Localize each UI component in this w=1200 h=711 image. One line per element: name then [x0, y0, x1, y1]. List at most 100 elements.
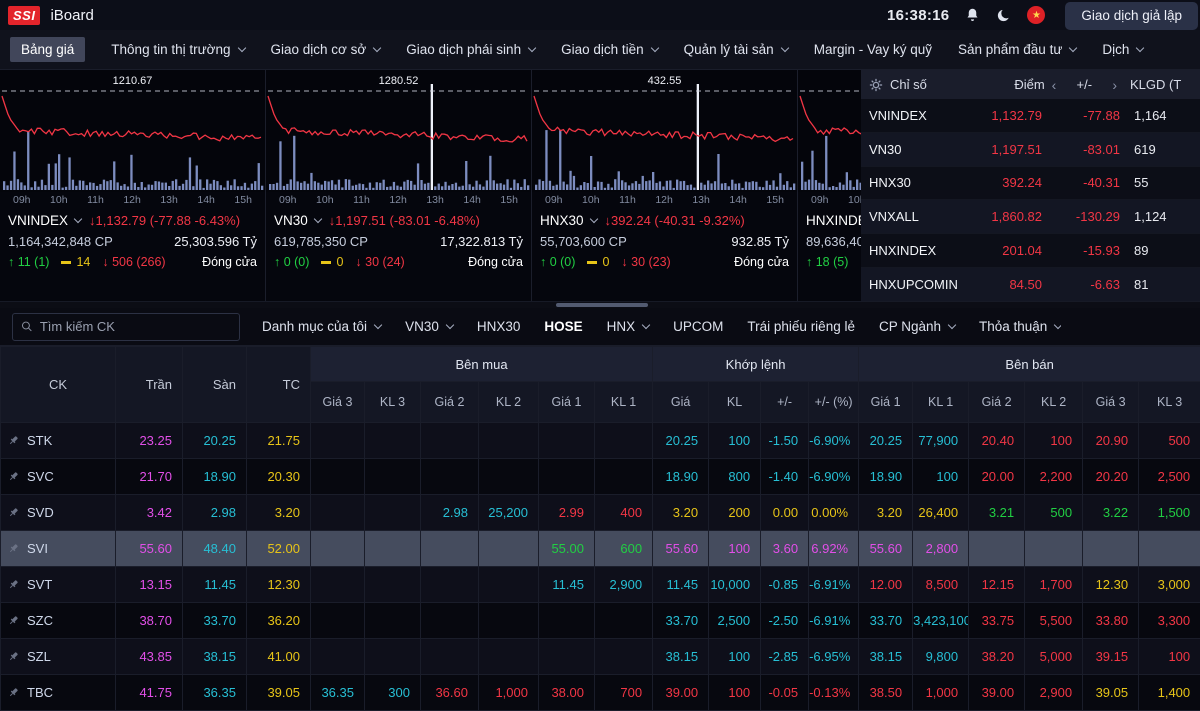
floor-price[interactable]: 38.15: [183, 639, 247, 675]
buy-volume-1[interactable]: 600: [595, 531, 653, 567]
ticker-symbol[interactable]: STK: [27, 433, 52, 448]
ref-price[interactable]: 21.75: [247, 423, 311, 459]
sell-price-2[interactable]: 20.40: [969, 423, 1025, 459]
buy-price-1[interactable]: 55.00: [539, 531, 595, 567]
match-volume[interactable]: 100: [709, 675, 761, 711]
index-name-dropdown[interactable]: HNX30: [540, 213, 597, 228]
ticker-symbol[interactable]: TBC: [27, 685, 53, 700]
index-row-VNXALL[interactable]: VNXALL1,860.82-130.291,124: [861, 200, 1200, 234]
stock-row-SVT[interactable]: SVT13.1511.4512.3011.452,90011.4510,000-…: [1, 567, 1200, 603]
sell-volume-3[interactable]: 3,000: [1139, 567, 1200, 603]
match-change[interactable]: -2.85: [761, 639, 809, 675]
buy-volume-3[interactable]: 300: [365, 675, 421, 711]
buy-price-3[interactable]: [311, 423, 365, 459]
sell-volume-3[interactable]: [1139, 531, 1200, 567]
col-header-klgd[interactable]: KLGD (T: [1130, 77, 1192, 92]
buy-volume-2[interactable]: 1,000: [479, 675, 539, 711]
col-header-match-4[interactable]: +/- (%): [809, 382, 859, 423]
buy-volume-3[interactable]: [365, 603, 421, 639]
match-volume[interactable]: 10,000: [709, 567, 761, 603]
buy-price-1[interactable]: 38.00: [539, 675, 595, 711]
sell-volume-2[interactable]: 500: [1025, 495, 1083, 531]
sell-price-2[interactable]: 20.00: [969, 459, 1025, 495]
sell-volume-2[interactable]: 2,900: [1025, 675, 1083, 711]
prev-column-icon[interactable]: ‹: [1052, 77, 1057, 93]
index-row-HNXINDEX[interactable]: HNXINDEX201.04-15.9389: [861, 234, 1200, 268]
ref-price[interactable]: 20.30: [247, 459, 311, 495]
buy-price-2[interactable]: [421, 639, 479, 675]
buy-price-3[interactable]: [311, 459, 365, 495]
sell-volume-1[interactable]: 2,800: [913, 531, 969, 567]
sell-price-1[interactable]: 12.00: [859, 567, 913, 603]
col-header-buy-2[interactable]: KL 3: [365, 382, 421, 423]
sell-price-2[interactable]: [969, 531, 1025, 567]
ceiling-price[interactable]: 3.42: [116, 495, 183, 531]
stock-row-SZL[interactable]: SZL43.8538.1541.0038.15100-2.85-6.95%38.…: [1, 639, 1200, 675]
ticker-symbol[interactable]: SZL: [27, 649, 51, 664]
buy-volume-2[interactable]: [479, 459, 539, 495]
index-name-dropdown[interactable]: VN30: [274, 213, 321, 228]
match-volume[interactable]: 100: [709, 639, 761, 675]
ref-price[interactable]: 39.05: [247, 675, 311, 711]
col-header-sell-1[interactable]: Giá 1: [859, 382, 913, 423]
sell-price-2[interactable]: 38.20: [969, 639, 1025, 675]
buy-price-3[interactable]: [311, 639, 365, 675]
ref-price[interactable]: 41.00: [247, 639, 311, 675]
stock-row-TBC[interactable]: TBC41.7536.3539.0536.3530036.601,00038.0…: [1, 675, 1200, 711]
buy-volume-3[interactable]: [365, 531, 421, 567]
col-header-sell-6[interactable]: KL 3: [1139, 382, 1200, 423]
col-header-floor[interactable]: Sàn: [183, 347, 247, 423]
sell-price-1[interactable]: 33.70: [859, 603, 913, 639]
nav-item-5[interactable]: Quản lý tài sản: [684, 42, 788, 57]
ticker-symbol[interactable]: SVI: [27, 541, 48, 556]
col-header-buy-5[interactable]: Giá 1: [539, 382, 595, 423]
nav-item-1[interactable]: Thông tin thị trường: [111, 42, 244, 57]
sell-volume-3[interactable]: 500: [1139, 423, 1200, 459]
settings-gear-icon[interactable]: [869, 78, 883, 92]
pin-icon[interactable]: [8, 435, 19, 446]
match-change-pct[interactable]: -6.91%: [809, 603, 859, 639]
tab-tr-i-phi-u-ri-ng-l-[interactable]: Trái phiếu riêng lẻ: [747, 319, 855, 334]
index-row-HNX30[interactable]: HNX30392.24-40.3155: [861, 167, 1200, 201]
floor-price[interactable]: 48.40: [183, 531, 247, 567]
sell-price-3[interactable]: 39.15: [1083, 639, 1139, 675]
buy-volume-2[interactable]: [479, 423, 539, 459]
match-price[interactable]: 38.15: [653, 639, 709, 675]
match-change[interactable]: -0.05: [761, 675, 809, 711]
sell-price-1[interactable]: 18.90: [859, 459, 913, 495]
nav-item-7[interactable]: Sản phẩm đầu tư: [958, 42, 1076, 57]
tab-cp-ng-nh[interactable]: CP Ngành: [879, 319, 955, 334]
tab-danh-m-c-c-a-t-i[interactable]: Danh mục của tôi: [262, 319, 381, 334]
buy-price-2[interactable]: [421, 603, 479, 639]
nav-item-3[interactable]: Giao dịch phái sinh: [406, 42, 535, 57]
match-change-pct[interactable]: -6.95%: [809, 639, 859, 675]
col-header-sell-5[interactable]: Giá 3: [1083, 382, 1139, 423]
buy-price-2[interactable]: 36.60: [421, 675, 479, 711]
ref-price[interactable]: 12.30: [247, 567, 311, 603]
notifications-bell-icon[interactable]: [965, 7, 980, 23]
index-name-dropdown[interactable]: HNXINDEX: [806, 213, 861, 228]
match-change[interactable]: 0.00: [761, 495, 809, 531]
stock-row-SVD[interactable]: SVD3.422.983.202.9825,2002.994003.202000…: [1, 495, 1200, 531]
buy-price-2[interactable]: 2.98: [421, 495, 479, 531]
sell-volume-2[interactable]: 1,700: [1025, 567, 1083, 603]
ref-price[interactable]: 52.00: [247, 531, 311, 567]
floor-price[interactable]: 20.25: [183, 423, 247, 459]
buy-volume-2[interactable]: 25,200: [479, 495, 539, 531]
floor-price[interactable]: 11.45: [183, 567, 247, 603]
match-volume[interactable]: 200: [709, 495, 761, 531]
dark-mode-moon-icon[interactable]: [996, 8, 1011, 23]
index-row-VNINDEX[interactable]: VNINDEX1,132.79-77.881,164: [861, 99, 1200, 133]
col-header-match-2[interactable]: KL: [709, 382, 761, 423]
pin-icon[interactable]: [8, 507, 19, 518]
tab-th-a-thu-n[interactable]: Thỏa thuận: [979, 319, 1061, 334]
sell-volume-3[interactable]: 1,400: [1139, 675, 1200, 711]
ref-price[interactable]: 3.20: [247, 495, 311, 531]
sell-price-1[interactable]: 55.60: [859, 531, 913, 567]
buy-price-1[interactable]: [539, 423, 595, 459]
ceiling-price[interactable]: 38.70: [116, 603, 183, 639]
sell-volume-2[interactable]: 100: [1025, 423, 1083, 459]
scrollbar-thumb[interactable]: [556, 303, 648, 307]
col-header-buy-1[interactable]: Giá 3: [311, 382, 365, 423]
pin-icon[interactable]: [8, 687, 19, 698]
